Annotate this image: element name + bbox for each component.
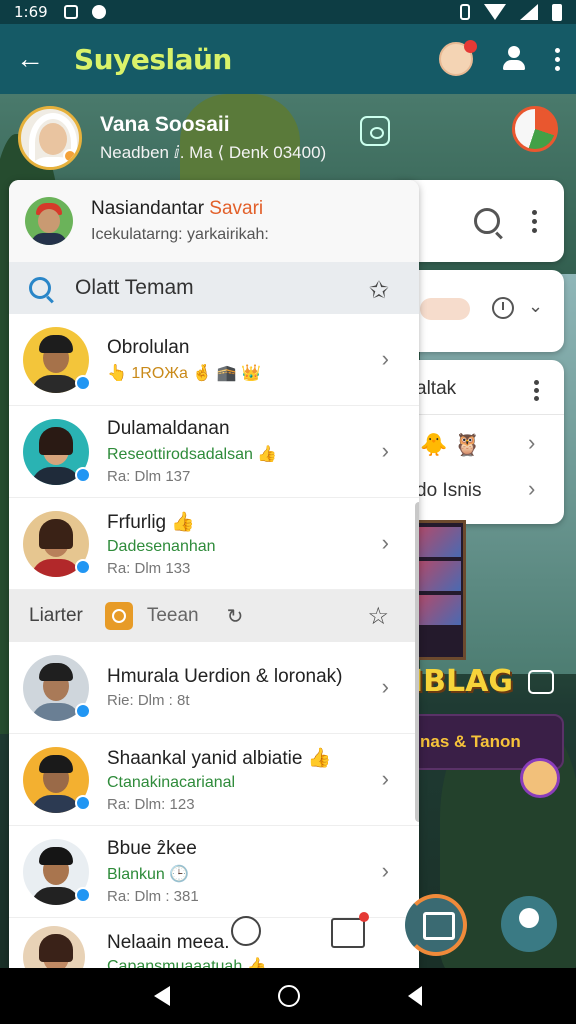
- contact-name: Hmurala Uerdion & loronak): [107, 666, 343, 687]
- status-time: 1:69: [14, 3, 48, 21]
- chevron-right-icon[interactable]: ›: [528, 476, 535, 502]
- profile-subtitle: Neadben ⅈ. Ma ⟨ Denk 03400): [100, 143, 327, 162]
- banner-text: nas & Tanon: [420, 732, 521, 751]
- battery-icon: [552, 3, 562, 21]
- status-badge: [63, 149, 77, 163]
- character-avatar-icon[interactable]: [520, 758, 560, 798]
- chevron-right-icon[interactable]: ›: [382, 346, 389, 372]
- contact-name: Bbue ẑkee: [107, 838, 197, 859]
- scrollbar[interactable]: [415, 502, 419, 822]
- contact-meta: Rie: Dlm : 8t: [107, 692, 190, 709]
- list-item[interactable]: Dulamaldanan Reseottirodsadalsan 👍 Ra: D…: [9, 406, 419, 498]
- contact-name: Shaankal yanid albiatie 👍: [107, 748, 332, 769]
- chevron-down-icon[interactable]: ⌄: [528, 296, 543, 317]
- user-avatar: [25, 197, 73, 245]
- contact-meta: Ra: Dlm 137: [107, 468, 191, 485]
- scan-icon[interactable]: [360, 116, 390, 146]
- back-arrow-icon[interactable]: ←: [16, 43, 50, 75]
- sub-section-header: Liarter Teean ↻ ☆: [9, 590, 419, 642]
- verified-badge: [75, 558, 91, 575]
- bottom-dock: [9, 894, 576, 968]
- profile-name: Vana Soosaii: [100, 113, 230, 136]
- contact-meta: Ra: Dlm: 123: [107, 796, 195, 813]
- list-item[interactable]: Frfurlig 👍 Dadesenanhan Ra: Dlm 133 ›: [9, 498, 419, 590]
- section-title: Olatt Temam: [75, 276, 194, 299]
- list-item[interactable]: Hmurala Uerdion & loronak) Rie: Dlm : 8t…: [9, 642, 419, 734]
- app-bar: ← Suyeslaün: [0, 24, 576, 94]
- chevron-right-icon[interactable]: ›: [382, 674, 389, 700]
- contact-meta: Ra: Dlm : 381: [107, 888, 199, 905]
- game-logo: IBLAG: [412, 664, 513, 699]
- search-icon[interactable]: [29, 277, 51, 299]
- more-options-icon[interactable]: [555, 47, 560, 71]
- chevron-right-icon[interactable]: ›: [382, 438, 389, 464]
- contact-meta: Ra: Dlm 133: [107, 560, 191, 577]
- profile-fab-icon[interactable]: [501, 896, 557, 952]
- game-action-icon[interactable]: [528, 670, 554, 694]
- emoji-icons: 🐥 🦉: [420, 432, 481, 457]
- user-name: Nasiandantar Savari: [91, 198, 264, 219]
- sub-section-label: Liarter: [29, 605, 83, 626]
- more-options-icon[interactable]: [534, 380, 539, 401]
- nav-back-icon[interactable]: [154, 986, 170, 1006]
- contact-subtitle: Ctanakinacarianal: [107, 774, 236, 791]
- status-bar: 1:69: [0, 0, 576, 24]
- profile-avatar[interactable]: [18, 106, 82, 170]
- refresh-icon[interactable]: ↻: [227, 604, 244, 629]
- signal-icon: [520, 4, 538, 20]
- contact-name: Obrolulan: [107, 336, 190, 358]
- sub-section-label-2: Teean: [146, 605, 199, 626]
- star-icon[interactable]: ☆: [367, 602, 389, 631]
- contacts-panel: Nasiandantar Savari Icekulatarng: yarkai…: [9, 180, 419, 968]
- card-title: altak: [416, 378, 457, 399]
- section-header: Olatt Temam ✩: [9, 262, 419, 314]
- contact-name: Dulamaldanan: [107, 418, 230, 439]
- nav-home-icon[interactable]: [278, 985, 300, 1007]
- chevron-right-icon[interactable]: ›: [382, 766, 389, 792]
- nav-recent-icon[interactable]: [408, 986, 422, 1006]
- wifi-icon: [484, 4, 506, 20]
- vibrate-icon: [460, 4, 470, 20]
- app-title: Suyeslaün: [74, 42, 232, 76]
- list-item[interactable]: Shaankal yanid albiatie 👍 Ctanakinacaria…: [9, 734, 419, 826]
- contact-status: 👆 1ROЖa 🤞 🕋 👑: [107, 364, 262, 382]
- coin-icon[interactable]: [104, 602, 133, 630]
- user-subtitle: Icekulatarng: yarkairikah:: [91, 226, 269, 243]
- profile-header[interactable]: Vana Soosaii Neadben ⅈ. Ma ⟨ Denk 03400): [18, 102, 558, 174]
- search-icon[interactable]: [474, 208, 500, 234]
- pin-icon[interactable]: ✩: [369, 276, 389, 305]
- contact-subtitle: Blankun 🕒: [107, 866, 190, 883]
- contact-subtitle: Reseottirodsadalsan 👍: [107, 446, 278, 463]
- current-user-row[interactable]: Nasiandantar Savari Icekulatarng: yarkai…: [9, 180, 419, 262]
- notification-icon: [63, 5, 78, 19]
- verified-badge: [75, 466, 91, 483]
- system-nav-bar: [0, 968, 576, 1024]
- chevron-right-icon[interactable]: ›: [382, 858, 389, 884]
- card-label: do Isnis: [416, 480, 482, 501]
- screen-share-icon[interactable]: [405, 894, 467, 956]
- stats-pie-icon[interactable]: [512, 106, 558, 152]
- clock-icon[interactable]: [492, 297, 514, 319]
- verified-badge: [75, 886, 91, 903]
- chat-icon[interactable]: [231, 916, 261, 946]
- list-item[interactable]: Obrolulan 👆 1ROЖa 🤞 🕋 👑 ›: [9, 314, 419, 406]
- inbox-icon[interactable]: [331, 912, 369, 948]
- chevron-right-icon[interactable]: ›: [382, 530, 389, 556]
- contact-name: Frfurlig 👍: [107, 512, 196, 533]
- person-icon[interactable]: [501, 46, 527, 72]
- baby-avatar-icon[interactable]: [439, 40, 477, 76]
- tag-pill: [420, 298, 470, 320]
- notification-dot-icon: [91, 5, 106, 19]
- verified-badge: [75, 374, 91, 391]
- verified-badge: [75, 702, 91, 719]
- chevron-right-icon[interactable]: ›: [528, 430, 535, 456]
- verified-badge: [75, 794, 91, 811]
- more-options-icon[interactable]: [532, 210, 537, 233]
- list-item[interactable]: Bbue ẑkee Blankun 🕒 Ra: Dlm : 381 ›: [9, 826, 419, 918]
- contact-subtitle: Dadesenanhan: [107, 538, 216, 555]
